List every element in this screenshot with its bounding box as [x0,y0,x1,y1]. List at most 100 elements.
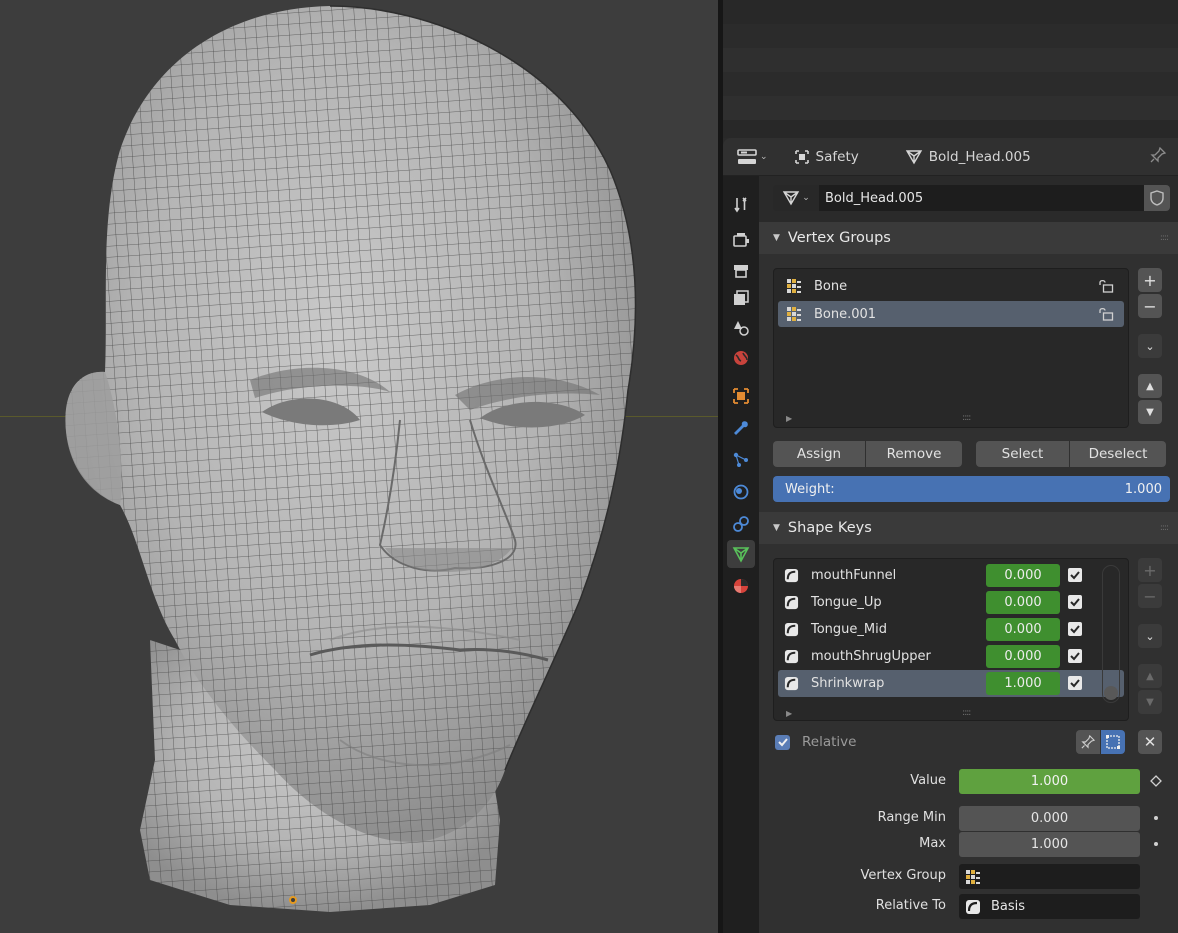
vertex-group-list[interactable]: Bone Bone.001 ▶ :::: [773,268,1129,428]
shape-key-mute-checkbox[interactable] [1068,568,1082,582]
tab-output[interactable] [727,256,755,284]
edit-mode-icon [1106,735,1120,749]
tab-physics[interactable] [727,478,755,506]
relative-checkbox-row[interactable]: Relative [775,734,856,750]
value-label: Value [910,773,946,788]
move-down-button[interactable]: ▼ [1138,400,1162,424]
range-min-field[interactable]: 0.000 [959,806,1140,831]
editor-type-dropdown[interactable]: ⌄ [737,148,768,166]
tab-render[interactable] [727,226,755,254]
tab-tool[interactable] [727,190,755,218]
list-item[interactable]: Shrinkwrap 1.000 [778,670,1124,697]
scrollbar-knob[interactable] [1104,686,1118,700]
triangle-up-icon: ▲ [1146,670,1154,682]
shape-key-mute-checkbox[interactable] [1068,622,1082,636]
tab-view-layer[interactable] [727,284,755,312]
select-button[interactable]: Select [976,441,1069,467]
clear-shape-keys-button[interactable]: ✕ [1138,730,1162,754]
remove-button[interactable]: Remove [866,441,962,467]
value-field[interactable]: 1.000 [959,769,1140,794]
shape-key-value[interactable]: 0.000 [986,645,1060,668]
list-item[interactable]: Tongue_Up 0.000 [778,589,1124,616]
shape-key-value[interactable]: 0.000 [986,564,1060,587]
shape-key-edit-mode-button[interactable] [1101,730,1125,754]
tab-material[interactable] [727,572,755,600]
shape-key-mute-checkbox[interactable] [1068,676,1082,690]
head-mesh-wireframe[interactable] [0,0,718,933]
deselect-button[interactable]: Deselect [1070,441,1166,467]
max-field[interactable]: 1.000 [959,832,1140,857]
keyframe-dot-icon[interactable] [1149,837,1163,851]
vertex-group-name: Bone.001 [814,306,877,322]
remove-vertex-group-button[interactable]: − [1138,294,1162,318]
shape-key-icon [784,676,799,691]
list-scrollbar[interactable] [1102,565,1120,703]
tab-object-data[interactable] [727,540,755,568]
vertex-group-icon [787,307,801,321]
breadcrumb-mesh: Bold_Head.005 [905,149,1031,165]
3d-viewport[interactable] [0,0,718,933]
list-item[interactable]: Bone.001 [778,301,1124,327]
shape-key-value[interactable]: 0.000 [986,591,1060,614]
shape-keys-panel: mouthFunnel 0.000 Tongue_Up 0.000 Tongue… [759,544,1178,933]
tab-object[interactable] [727,382,755,410]
shape-key-value[interactable]: 0.000 [986,618,1060,641]
range-min-row: Range Min 0.000 [759,806,1178,831]
list-item[interactable]: mouthFunnel 0.000 [778,562,1124,589]
remove-shape-key-button[interactable]: − [1138,584,1162,608]
tab-particles[interactable] [727,446,755,474]
assign-button[interactable]: Assign [773,441,865,467]
unlock-icon[interactable] [1098,279,1114,293]
mesh-data-icon [783,191,800,206]
add-shape-key-button[interactable]: + [1138,558,1162,582]
resize-grip-icon[interactable]: :::: [962,708,971,718]
filter-options-arrow-icon[interactable]: ▶ [786,709,792,718]
world-icon [734,351,748,365]
tab-world[interactable] [727,344,755,372]
drag-grip-icon[interactable]: :::: [1160,233,1169,243]
vertex-groups-panel-header[interactable]: ▼ Vertex Groups :::: [759,222,1178,254]
pin-icon[interactable] [1150,146,1167,167]
shape-key-mute-checkbox[interactable] [1068,649,1082,663]
vertex-group-field[interactable] [959,864,1140,889]
relative-to-field[interactable]: Basis [959,894,1140,919]
move-up-button[interactable]: ▲ [1138,374,1162,398]
keyframe-diamond-icon[interactable] [1149,774,1163,788]
keyframe-dot-icon[interactable] [1149,811,1163,825]
object-origin-dot[interactable] [289,896,297,904]
fake-user-button[interactable] [1144,185,1170,211]
relative-checkbox[interactable] [775,734,790,750]
tab-modifiers[interactable] [727,414,755,442]
output-icon [734,265,748,278]
shape-keys-panel-header[interactable]: ▼ Shape Keys :::: [759,512,1178,544]
properties-editor-icon [737,148,757,164]
outliner-row [723,0,1178,24]
outliner-area[interactable] [723,0,1178,138]
shape-key-value[interactable]: 1.000 [986,672,1060,695]
add-vertex-group-button[interactable]: + [1138,268,1162,292]
triangle-down-icon: ▼ [1146,696,1154,708]
object-properties-icon [733,388,749,404]
tab-scene[interactable] [727,314,755,342]
checkmark-icon [1070,571,1080,580]
mesh-name-field[interactable]: Bold_Head.005 [819,185,1144,211]
weight-slider[interactable]: Weight: 1.000 [773,476,1170,502]
panel-title: Vertex Groups [787,230,891,246]
shape-key-list[interactable]: mouthFunnel 0.000 Tongue_Up 0.000 Tongue… [773,558,1129,721]
filter-options-arrow-icon[interactable]: ▶ [786,414,792,423]
list-item[interactable]: Bone [778,273,1124,299]
resize-grip-icon[interactable]: :::: [962,413,971,423]
properties-editor: ⌄ Safety Bold_Head.005 ⌄ Bold_Head.005 ▼… [723,138,1178,933]
list-item[interactable]: mouthShrugUpper 0.000 [778,643,1124,670]
drag-grip-icon[interactable]: :::: [1160,523,1169,533]
list-item[interactable]: Tongue_Mid 0.000 [778,616,1124,643]
vertex-group-specials-button[interactable]: ⌄ [1138,334,1162,358]
tab-constraints[interactable] [727,510,755,538]
shape-key-specials-button[interactable]: ⌄ [1138,624,1162,648]
shape-key-mute-checkbox[interactable] [1068,595,1082,609]
mesh-browse-button[interactable]: ⌄ [773,185,819,211]
unlock-icon[interactable] [1098,307,1114,321]
shape-key-lock-button[interactable] [1076,730,1100,754]
move-down-button[interactable]: ▼ [1138,690,1162,714]
move-up-button[interactable]: ▲ [1138,664,1162,688]
